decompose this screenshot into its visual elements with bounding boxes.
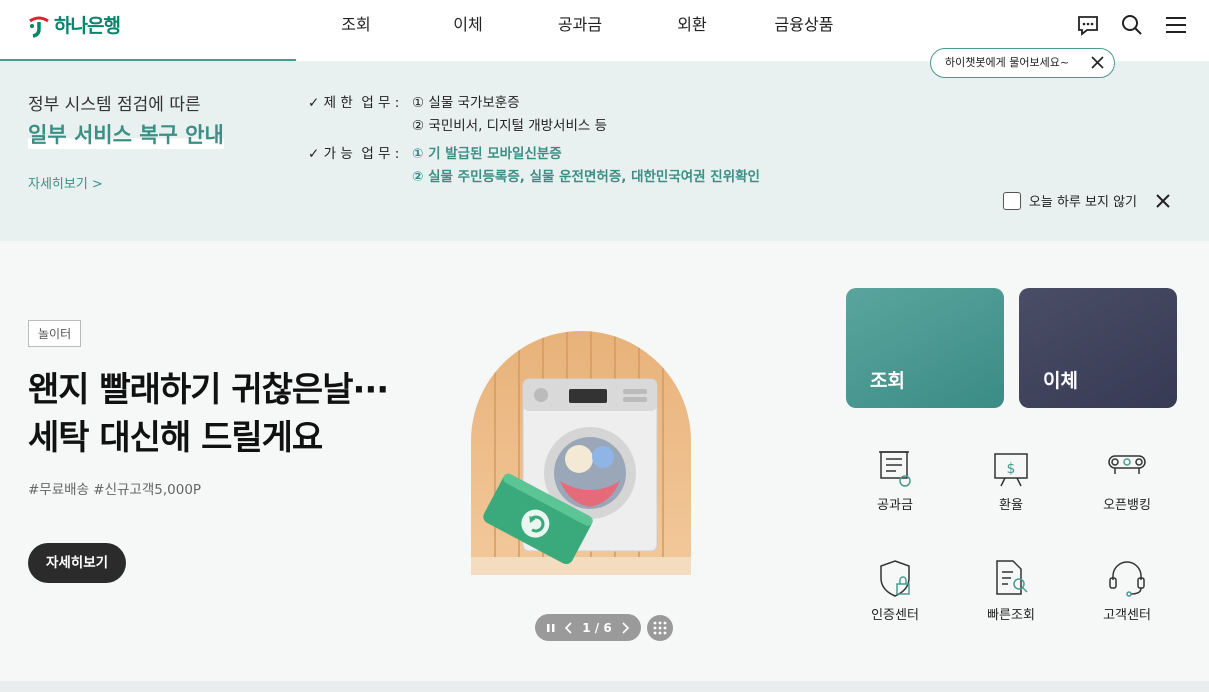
chatbot-icon[interactable] <box>1075 12 1101 38</box>
main-section: 놀이터 왠지 빨래하기 귀찮은날··· 세탁 대신해 드릴게요 #무료배송 #신… <box>0 241 1209 681</box>
nav-item-utility[interactable]: 공과금 <box>524 0 636 52</box>
available-item: ② 실물 주민등록증, 실물 운전면허증, 대한민국여권 진위확인 <box>412 169 760 185</box>
notice-body: ✓ 제 한 업 무 : ① 실물 국가보훈증 ② 국민비서, 디지털 개방서비스… <box>308 92 760 189</box>
header-icons <box>1075 12 1189 38</box>
hide-today-control: 오늘 하루 보지 않기 <box>1002 191 1171 210</box>
logo-text: 하나은행 <box>54 15 121 37</box>
notice-more-link[interactable]: 자세히보기 > <box>28 173 103 192</box>
notice-banner: 정부 시스템 점검에 따른 일부 서비스 복구 안내 자세히보기 > ✓ 제 한… <box>0 61 1209 241</box>
quick-menu-label: 환율 <box>999 498 1023 513</box>
nav-item-forex[interactable]: 외환 <box>636 0 748 52</box>
quick-menu-quick-inquiry[interactable]: 빠른조회 <box>966 558 1056 623</box>
category-badge: 놀이터 <box>28 320 82 347</box>
quick-menu-customer-center[interactable]: 고객센터 <box>1082 558 1172 623</box>
banner-tags: #무료배송 #신규고객5,000P <box>28 482 202 498</box>
document-search-icon <box>996 560 1028 595</box>
chevron-right-icon[interactable] <box>620 621 630 634</box>
headset-icon <box>1109 561 1145 597</box>
menu-icon[interactable] <box>1163 12 1189 38</box>
quick-menu-label: 오픈뱅킹 <box>1103 498 1151 513</box>
headline-line: 세탁 대신해 드릴게요 <box>28 418 323 458</box>
banner-headline: 왠지 빨래하기 귀찮은날··· 세탁 대신해 드릴게요 <box>28 366 389 462</box>
quick-menu-label: 공과금 <box>877 498 913 513</box>
quick-menu-label: 인증센터 <box>871 608 919 623</box>
hide-today-checkbox[interactable] <box>1002 191 1021 210</box>
quick-menu-utility[interactable]: 공과금 <box>850 448 940 513</box>
exchange-rate-icon: $ <box>994 453 1028 487</box>
chatbot-tooltip-text: 하이챗봇에게 물어보세요~ <box>945 56 1070 69</box>
footer-strip <box>0 681 1209 692</box>
quick-menu-label: 빠른조회 <box>987 608 1035 623</box>
logo[interactable]: 하나은행 <box>28 11 121 38</box>
main-nav: 조회 이체 공과금 외환 금융상품 <box>300 0 860 52</box>
close-icon[interactable] <box>1155 193 1171 209</box>
pager-count: 1 / 6 <box>582 620 612 635</box>
restricted-item: ② 국민비서, 디지털 개방서비스 등 <box>412 118 608 134</box>
shield-lock-icon <box>880 560 910 597</box>
banner-more-button[interactable]: 자세히보기 <box>28 543 126 583</box>
available-item: ① 기 발급된 모바일신분증 <box>412 146 562 162</box>
open-banking-icon <box>1108 455 1146 474</box>
search-icon[interactable] <box>1119 12 1145 38</box>
available-label: ✓ 가 능 업 무 : <box>308 146 400 162</box>
notice-subtitle: 정부 시스템 점검에 따른 <box>28 95 201 115</box>
banner-pager: 1 / 6 <box>535 614 641 641</box>
quick-card-inquiry[interactable]: 조회 <box>846 288 1004 408</box>
quick-card-transfer[interactable]: 이체 <box>1019 288 1177 408</box>
nav-item-inquiry[interactable]: 조회 <box>300 0 412 52</box>
hide-today-label[interactable]: 오늘 하루 보지 않기 <box>1029 191 1137 210</box>
nav-item-transfer[interactable]: 이체 <box>412 0 524 52</box>
svg-text:$: $ <box>1007 461 1016 477</box>
grid-icon[interactable] <box>647 615 673 641</box>
quick-menu-label: 고객센터 <box>1103 608 1151 623</box>
quick-menu-openbanking[interactable]: 오픈뱅킹 <box>1082 448 1172 513</box>
notice-title: 일부 서비스 복구 안내 <box>28 119 224 149</box>
restricted-item: ① 실물 국가보훈증 <box>412 95 520 111</box>
close-icon[interactable] <box>1091 56 1104 69</box>
headline-line: 왠지 빨래하기 귀찮은날··· <box>28 370 389 410</box>
hana-logo-icon <box>29 16 49 38</box>
quick-menu-exchange[interactable]: $ 환율 <box>966 448 1056 513</box>
washing-machine-illustration <box>471 331 691 575</box>
chevron-left-icon[interactable] <box>564 621 574 634</box>
quick-menu-certificate[interactable]: 인증센터 <box>850 558 940 623</box>
nav-item-products[interactable]: 금융상품 <box>748 0 860 52</box>
pause-icon[interactable] <box>546 623 556 633</box>
bill-icon <box>879 451 911 487</box>
restricted-label: ✓ 제 한 업 무 : <box>308 95 400 111</box>
chatbot-tooltip: 하이챗봇에게 물어보세요~ <box>930 48 1115 78</box>
